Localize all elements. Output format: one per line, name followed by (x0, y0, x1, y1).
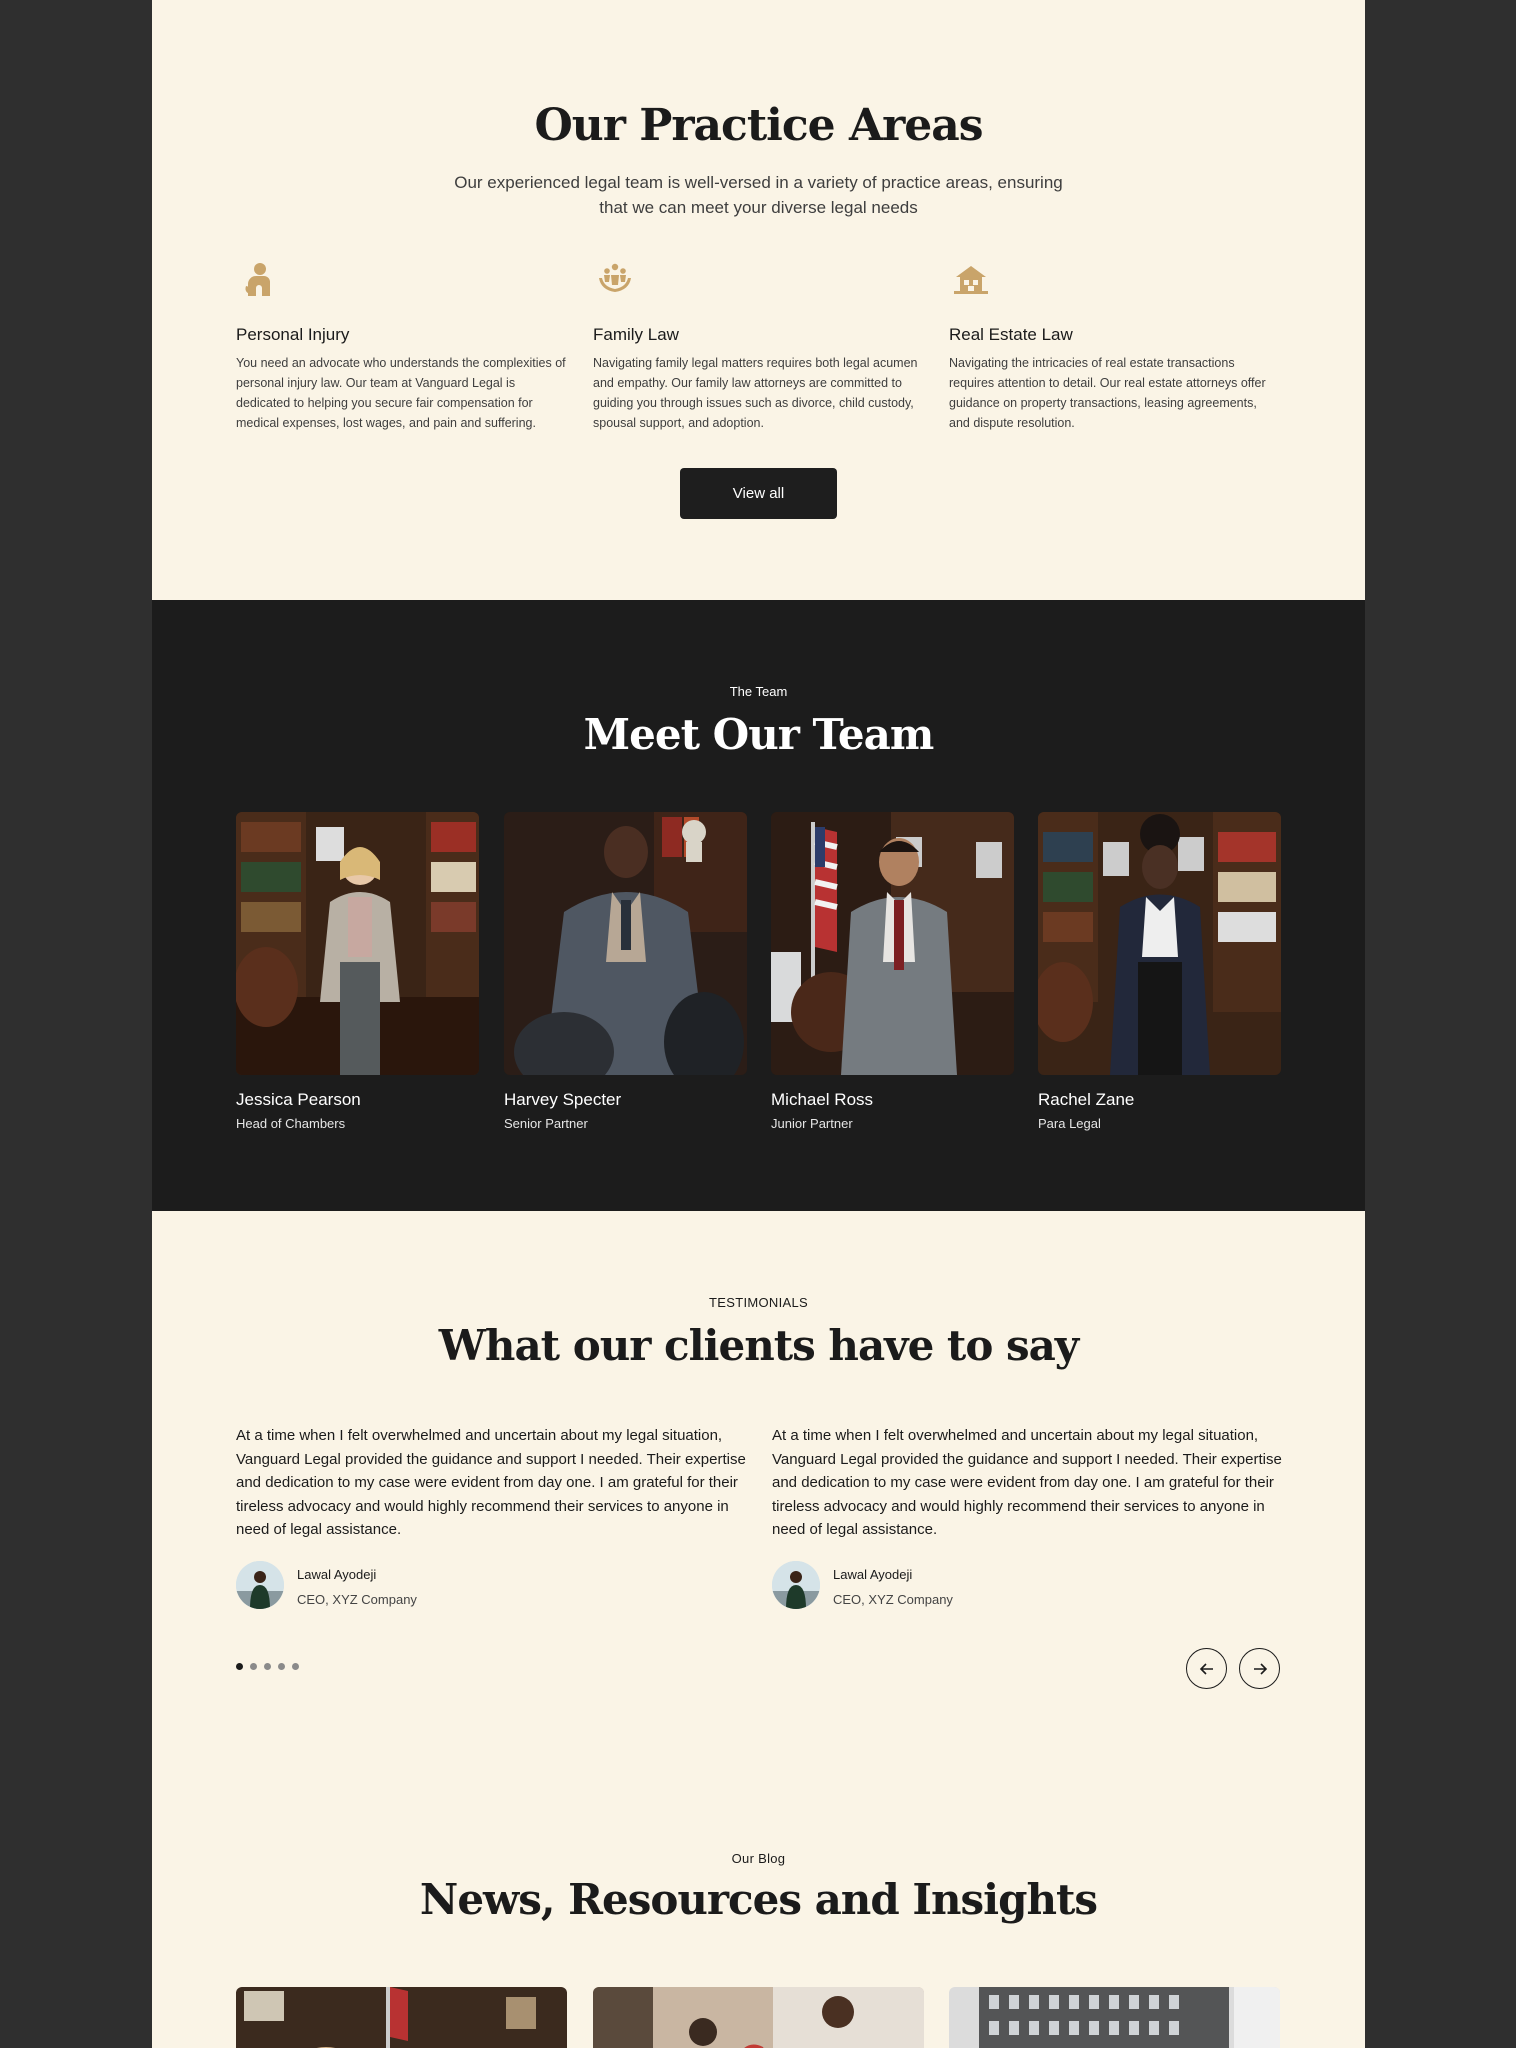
blog-card-image[interactable] (236, 1987, 567, 2048)
practice-title: Our Practice Areas (534, 100, 983, 151)
testimonial-author: Lawal Ayodeji CEO, XYZ Company (236, 1560, 746, 1609)
page: Our Practice Areas Our experienced legal… (152, 0, 1365, 2048)
testimonial-quote: At a time when I felt overwhelmed and un… (772, 1427, 1282, 1538)
practice-areas-section: Our Practice Areas Our experienced legal… (152, 0, 1365, 600)
practice-card-text: Navigating the intricacies of real estat… (949, 356, 1266, 430)
testimonials-title: What our clients have to say (438, 1321, 1079, 1370)
team-member-card[interactable]: Harvey Specter Senior Partner (504, 812, 747, 1131)
practice-card-real-estate-law: Real Estate Law Navigating the intricaci… (949, 262, 1279, 433)
carousel-dot[interactable] (292, 1663, 299, 1670)
team-title: Meet Our Team (583, 710, 935, 759)
testimonial-author-role: CEO, XYZ Company (297, 1591, 417, 1607)
practice-card-family-law: Family Law Navigating family legal matte… (593, 262, 923, 433)
team-member-name: Michael Ross (771, 1090, 874, 1109)
practice-card-title: Personal Injury (236, 325, 350, 344)
house-icon (954, 266, 988, 294)
testimonial-card: At a time when I felt overwhelmed and un… (236, 1424, 746, 1609)
team-member-photo (236, 812, 479, 1075)
avatar (236, 1560, 284, 1609)
team-member-name: Rachel Zane (1038, 1090, 1135, 1109)
blog-card-image[interactable] (593, 1987, 924, 2048)
team-section: The Team Meet Our Team Jessica Pearson H… (152, 600, 1365, 1211)
carousel-pagination (236, 1663, 299, 1670)
testimonial-author-role: CEO, XYZ Company (833, 1591, 953, 1607)
arrow-left-icon (1199, 1662, 1213, 1675)
team-member-role: Head of Chambers (236, 1116, 346, 1131)
practice-card-text: You need an advocate who understands the… (236, 356, 566, 430)
family-icon (599, 263, 631, 292)
team-member-photo (771, 812, 1014, 1075)
team-member-photo (504, 812, 747, 1075)
team-member-name: Harvey Specter (504, 1090, 622, 1109)
blog-card-image[interactable] (949, 1987, 1280, 2048)
view-all-button[interactable]: View all (680, 468, 837, 519)
testimonial-quote: At a time when I felt overwhelmed and un… (236, 1427, 746, 1538)
carousel-dot[interactable] (278, 1663, 285, 1670)
team-member-name: Jessica Pearson (236, 1090, 361, 1109)
team-member-card[interactable]: Rachel Zane Para Legal (1038, 812, 1281, 1131)
blog-title: News, Resources and Insights (419, 1875, 1098, 1924)
blog-eyebrow: Our Blog (731, 1851, 786, 1866)
team-eyebrow: The Team (729, 684, 788, 699)
arrow-right-icon (1253, 1662, 1267, 1675)
testimonial-author: Lawal Ayodeji CEO, XYZ Company (772, 1560, 1282, 1609)
practice-card-personal-injury: Personal Injury You need an advocate who… (236, 262, 566, 433)
team-member-role: Para Legal (1038, 1116, 1101, 1131)
team-member-card[interactable]: Michael Ross Junior Partner (771, 812, 1014, 1131)
person-injury-icon (245, 263, 270, 296)
practice-card-title: Family Law (593, 325, 679, 344)
testimonials-section: TESTIMONIALS What our clients have to sa… (152, 1211, 1365, 2048)
practice-subtitle: Our experienced legal team is well-verse… (454, 173, 1063, 217)
next-button[interactable] (1239, 1648, 1280, 1689)
team-member-role: Junior Partner (771, 1116, 853, 1131)
carousel-dot[interactable] (264, 1663, 271, 1670)
practice-card-text: Navigating family legal matters requires… (593, 356, 918, 430)
team-member-role: Senior Partner (504, 1116, 588, 1131)
testimonial-author-name: Lawal Ayodeji (297, 1566, 377, 1582)
testimonial-author-name: Lawal Ayodeji (833, 1566, 913, 1582)
testimonial-card: At a time when I felt overwhelmed and un… (772, 1424, 1282, 1609)
practice-card-title: Real Estate Law (949, 325, 1073, 344)
team-member-photo (1038, 812, 1281, 1075)
testimonials-eyebrow: TESTIMONIALS (709, 1295, 808, 1310)
avatar (772, 1560, 820, 1609)
team-member-card[interactable]: Jessica Pearson Head of Chambers (236, 812, 479, 1131)
previous-button[interactable] (1186, 1648, 1227, 1689)
carousel-dot[interactable] (250, 1663, 257, 1670)
carousel-dot[interactable] (236, 1663, 243, 1670)
